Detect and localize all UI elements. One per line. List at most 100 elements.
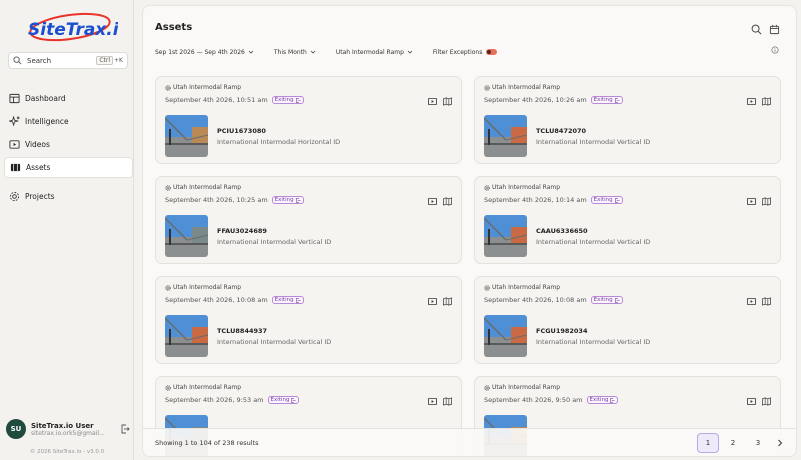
location-filter[interactable]: Utah Intermodal Ramp	[336, 49, 413, 56]
card-location-label: Utah Intermodal Ramp	[492, 284, 561, 291]
status-badge: Exiting	[590, 296, 623, 304]
card-datetime-label: September 4th 2026, 10:08 am	[484, 296, 587, 304]
svg-text:SiteTrax.io: SiteTrax.io	[28, 20, 118, 40]
gear-icon	[165, 384, 171, 391]
dashboard-icon	[9, 93, 20, 104]
sidebar-item-projects[interactable]: Projects	[4, 186, 133, 207]
card-datetime-label: September 4th 2026, 10:26 am	[484, 96, 587, 104]
card-actions	[422, 297, 452, 306]
card-actions	[741, 97, 771, 106]
asset-type: International Intermodal Horizontal ID	[217, 138, 341, 146]
exit-icon	[295, 97, 301, 103]
user-profile[interactable]: SU SiteTrax.io User sitetrax.io.ork5@gma…	[6, 418, 130, 440]
card-datetime-label: September 4th 2026, 10:25 am	[165, 196, 268, 204]
info-icon[interactable]	[771, 46, 779, 54]
sidebar-item-label: Intelligence	[25, 117, 69, 126]
page-button-1[interactable]: 1	[697, 433, 719, 453]
card-datetime: September 4th 2026, 9:50 am Exiting	[484, 396, 619, 404]
play-video-icon[interactable]	[428, 97, 437, 106]
asset-thumbnail[interactable]	[165, 215, 208, 257]
exit-icon	[614, 297, 620, 303]
sidebar-item-intelligence[interactable]: Intelligence	[4, 111, 133, 132]
asset-type: International Intermodal Vertical ID	[217, 238, 332, 246]
sidebar-item-label: Dashboard	[25, 94, 66, 103]
exit-icon	[610, 397, 616, 403]
asset-id: FFAU3024689	[217, 227, 267, 235]
card-datetime: September 4th 2026, 10:51 am Exiting	[165, 96, 304, 104]
sidebar: SiteTrax.io Search Ctrl +K Dashboard Int…	[0, 0, 134, 460]
map-icon[interactable]	[443, 297, 452, 306]
card-datetime: September 4th 2026, 9:53 am Exiting	[165, 396, 300, 404]
date-range-filter[interactable]: Sep 1st 2026 — Sep 4th 2026	[155, 49, 254, 56]
asset-thumbnail[interactable]	[484, 115, 527, 157]
card-location-label: Utah Intermodal Ramp	[492, 384, 561, 391]
exceptions-toggle[interactable]	[486, 49, 498, 55]
gear-icon	[165, 184, 171, 191]
asset-type: International Intermodal Vertical ID	[536, 338, 651, 346]
play-video-icon[interactable]	[747, 97, 756, 106]
chevron-down-icon	[407, 50, 413, 54]
play-video-icon[interactable]	[428, 197, 437, 206]
asset-card[interactable]: Utah Intermodal Ramp September 4th 2026,…	[474, 76, 781, 164]
map-icon[interactable]	[762, 197, 771, 206]
map-icon[interactable]	[762, 97, 771, 106]
status-badge: Exiting	[271, 96, 304, 104]
map-icon[interactable]	[762, 397, 771, 406]
asset-card[interactable]: Utah Intermodal Ramp September 4th 2026,…	[155, 76, 462, 164]
assets-icon	[10, 163, 21, 172]
asset-thumbnail[interactable]	[484, 215, 527, 257]
asset-card[interactable]: Utah Intermodal Ramp September 4th 2026,…	[474, 276, 781, 364]
map-icon[interactable]	[443, 197, 452, 206]
results-count: Showing 1 to 104 of 238 results	[155, 439, 259, 447]
card-location-label: Utah Intermodal Ramp	[492, 84, 561, 91]
status-badge: Exiting	[586, 396, 619, 404]
card-actions	[422, 97, 452, 106]
asset-card[interactable]: Utah Intermodal Ramp September 4th 2026,…	[474, 176, 781, 264]
card-datetime: September 4th 2026, 10:08 am Exiting	[484, 296, 623, 304]
logout-icon[interactable]	[120, 424, 130, 434]
card-datetime-label: September 4th 2026, 10:08 am	[165, 296, 268, 304]
asset-type: International Intermodal Vertical ID	[217, 338, 332, 346]
play-video-icon[interactable]	[747, 197, 756, 206]
asset-card[interactable]: Utah Intermodal Ramp September 4th 2026,…	[155, 276, 462, 364]
shortcut-key: Ctrl	[96, 56, 114, 65]
main-panel: Assets Sep 1st 2026 — Sep 4th 2026 This …	[142, 5, 797, 457]
asset-card[interactable]: Utah Intermodal Ramp September 4th 2026,…	[155, 176, 462, 264]
play-video-icon[interactable]	[747, 397, 756, 406]
card-location-label: Utah Intermodal Ramp	[173, 184, 242, 191]
card-location: Utah Intermodal Ramp	[484, 184, 560, 191]
gear-icon	[484, 284, 490, 291]
page-button-3[interactable]: 3	[747, 433, 769, 453]
card-location-label: Utah Intermodal Ramp	[173, 384, 242, 391]
play-video-icon[interactable]	[428, 397, 437, 406]
sitetrax-logo[interactable]: SiteTrax.io	[22, 10, 118, 46]
sidebar-item-label: Projects	[25, 192, 55, 201]
card-actions	[422, 197, 452, 206]
card-datetime: September 4th 2026, 10:08 am Exiting	[165, 296, 304, 304]
play-video-icon[interactable]	[747, 297, 756, 306]
asset-thumbnail[interactable]	[484, 315, 527, 357]
sidebar-nav: Dashboard Intelligence Videos Assets Pro…	[4, 88, 133, 209]
sidebar-item-label: Assets	[26, 163, 51, 172]
gear-icon	[9, 191, 20, 202]
sidebar-item-videos[interactable]: Videos	[4, 134, 133, 155]
calendar-icon[interactable]	[769, 24, 780, 35]
gear-icon	[165, 284, 171, 291]
period-filter[interactable]: This Month	[274, 49, 316, 56]
search-box[interactable]: Search Ctrl +K	[8, 52, 128, 69]
map-icon[interactable]	[443, 397, 452, 406]
asset-thumbnail[interactable]	[165, 115, 208, 157]
chevron-right-icon[interactable]	[776, 439, 784, 447]
map-icon[interactable]	[443, 97, 452, 106]
play-video-icon[interactable]	[428, 297, 437, 306]
sidebar-item-assets[interactable]: Assets	[4, 157, 133, 178]
copyright: © 2026 SiteTrax.io - v3.0.0	[29, 449, 105, 455]
pagination-footer: Showing 1 to 104 of 238 results 1 2 3	[143, 428, 796, 456]
exceptions-filter[interactable]: Filter Exceptions	[433, 49, 498, 56]
sidebar-item-dashboard[interactable]: Dashboard	[4, 88, 133, 109]
page-button-2[interactable]: 2	[722, 433, 744, 453]
card-datetime: September 4th 2026, 10:14 am Exiting	[484, 196, 623, 204]
search-icon[interactable]	[751, 24, 762, 35]
map-icon[interactable]	[762, 297, 771, 306]
asset-thumbnail[interactable]	[165, 315, 208, 357]
